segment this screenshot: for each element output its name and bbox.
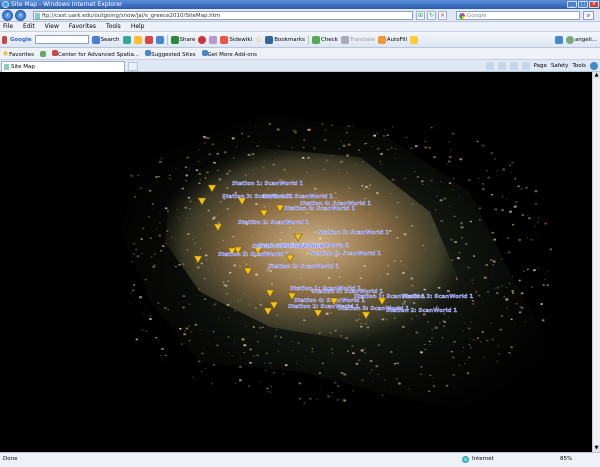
station-label[interactable]: Station 1: ScanWorld 1 <box>232 181 304 187</box>
station-label[interactable]: Station 2: ScanWorld 1 <box>268 264 340 270</box>
globe-icon <box>462 456 469 463</box>
scroll-down-button[interactable]: ▼ <box>593 445 600 452</box>
toolbar-icon-3[interactable] <box>144 35 153 44</box>
station-label[interactable]: Station 3: ScanWorld 1 <box>222 194 294 200</box>
menu-edit[interactable]: Edit <box>23 22 35 31</box>
page-icon <box>4 64 9 70</box>
menu-bar: File Edit View Favorites Tools Help <box>0 22 600 32</box>
tools-menu[interactable]: Tools <box>572 61 586 71</box>
autofill-icon <box>377 35 386 44</box>
station-label[interactable]: Station 2: ScanWorld 1 <box>218 252 290 258</box>
station-label[interactable]: Station 2: ScanWorld 1 <box>238 220 310 226</box>
vertical-scrollbar[interactable]: ▲ ▼ <box>592 72 600 452</box>
user-account-button[interactable]: angeli... <box>565 35 600 44</box>
search-icon[interactable]: ⌕ <box>583 11 594 20</box>
point-cloud-map[interactable]: Station 1: ScanWorld 1 Station 3: ScanWor… <box>0 72 600 452</box>
home-icon[interactable] <box>485 62 494 70</box>
back-button[interactable]: ‹ <box>2 10 13 21</box>
toolbar-icon-6[interactable] <box>209 35 218 44</box>
google-icon <box>459 13 465 19</box>
menu-view[interactable]: View <box>45 22 59 31</box>
toolbar-icon-2[interactable] <box>133 35 142 44</box>
maximize-button[interactable]: □ <box>578 1 588 8</box>
autofill-button[interactable]: AutoFill <box>377 35 407 44</box>
window-title: Site Map - Windows Internet Explorer <box>11 1 123 8</box>
close-button[interactable]: × <box>589 1 599 8</box>
toolbar-icon-5[interactable] <box>198 35 207 44</box>
translate-button[interactable]: Translate <box>340 35 375 44</box>
address-input[interactable]: ftp://cast.uark.edu/outgoing/snow/jai/s_… <box>33 11 413 20</box>
stop-icon[interactable]: × <box>438 11 447 20</box>
mail-icon[interactable] <box>509 62 518 70</box>
window-controls: _ □ × <box>567 1 599 8</box>
minimize-button[interactable]: _ <box>567 1 577 8</box>
zoom-level[interactable]: 85% <box>552 453 572 466</box>
favorite-link-suggested[interactable]: Suggested Sites <box>145 49 196 58</box>
terrain-cloud <box>120 112 560 417</box>
bookmarks-icon <box>265 35 274 44</box>
share-icon <box>170 35 179 44</box>
station-label[interactable]: Station 3: ScanWorld 1 <box>402 294 474 300</box>
page-content[interactable]: Station 1: ScanWorld 1 Station 3: ScanWor… <box>0 72 600 452</box>
new-tab-button[interactable] <box>128 62 138 71</box>
toolbar-separator <box>307 34 309 45</box>
station-label[interactable]: Station 2: ScanWorld 1 <box>386 308 458 314</box>
favorites-bar: ★Favorites Center for Advanced Spatia...… <box>0 48 600 60</box>
toolbar-separator <box>166 34 168 45</box>
google-toolbar: Google Search Share Sidewiki ☆ Bookmarks… <box>0 32 600 48</box>
print-icon[interactable] <box>521 62 530 70</box>
toolbar-icon-1[interactable] <box>122 35 131 44</box>
sidewiki-icon <box>220 35 229 44</box>
share-button[interactable]: Share <box>170 35 195 44</box>
forward-button[interactable]: › <box>15 10 26 21</box>
favorites-button[interactable]: ★Favorites <box>2 49 34 58</box>
bookmarks-button[interactable]: Bookmarks <box>265 35 305 44</box>
ie-icon <box>2 1 9 8</box>
wrench-icon[interactable] <box>554 35 563 44</box>
menu-tools[interactable]: Tools <box>106 22 121 31</box>
tab-site-map[interactable]: Site Map <box>1 61 125 72</box>
command-bar: Page Safety Tools <box>485 61 598 71</box>
menu-help[interactable]: Help <box>131 22 145 31</box>
feeds-icon[interactable] <box>497 62 506 70</box>
station-label[interactable]: Station 4: ScanWorld 1 <box>284 206 356 212</box>
add-favorite-icon[interactable] <box>40 50 47 57</box>
station-label[interactable]: Station 5: ScanWorld 1 <box>318 230 390 236</box>
page-icon <box>35 13 40 19</box>
status-bar: Done Internet 85% <box>0 452 600 467</box>
tab-bar: Site Map Page Safety Tools <box>0 60 600 72</box>
compatibility-icon[interactable]: ⊞ <box>416 11 425 20</box>
address-tools: ⊞ ↻ × <box>416 11 447 20</box>
window-title-bar: Site Map - Windows Internet Explorer _ □… <box>0 0 600 9</box>
user-icon <box>565 35 574 44</box>
search-icon <box>91 35 100 44</box>
address-bar-row: ‹ › ftp://cast.uark.edu/outgoing/snow/ja… <box>0 9 600 22</box>
refresh-icon[interactable]: ↻ <box>427 11 436 20</box>
station-label[interactable]: Station 6: ScanWorld 1 <box>310 251 382 257</box>
help-icon[interactable] <box>590 62 598 70</box>
favorite-link-cast[interactable]: Center for Advanced Spatia... <box>52 49 139 58</box>
favorite-link-addons[interactable]: Get More Add-ons <box>201 49 257 58</box>
google-search-input[interactable] <box>34 35 89 44</box>
search-input[interactable]: Google <box>456 11 580 20</box>
pencil-icon[interactable] <box>409 35 418 44</box>
safety-menu[interactable]: Safety <box>551 61 569 71</box>
security-zone: Internet <box>462 453 494 466</box>
translate-icon <box>340 35 349 44</box>
scroll-up-button[interactable]: ▲ <box>593 72 600 79</box>
google-logo: Google <box>10 36 32 43</box>
close-toolbar-icon[interactable] <box>2 35 7 44</box>
station-label[interactable]: Station 3: ScanWorld 1 <box>252 244 324 250</box>
page-menu[interactable]: Page <box>534 61 547 71</box>
toolbar-icon-4[interactable] <box>155 35 164 44</box>
sidewiki-button[interactable]: Sidewiki <box>220 35 252 44</box>
search-button[interactable]: Search <box>91 35 120 44</box>
menu-favorites[interactable]: Favorites <box>69 22 96 31</box>
check-button[interactable]: Check <box>311 35 338 44</box>
check-icon <box>311 35 320 44</box>
menu-file[interactable]: File <box>3 22 13 31</box>
status-text: Done <box>3 456 18 462</box>
star-icon[interactable]: ☆ <box>255 35 262 44</box>
